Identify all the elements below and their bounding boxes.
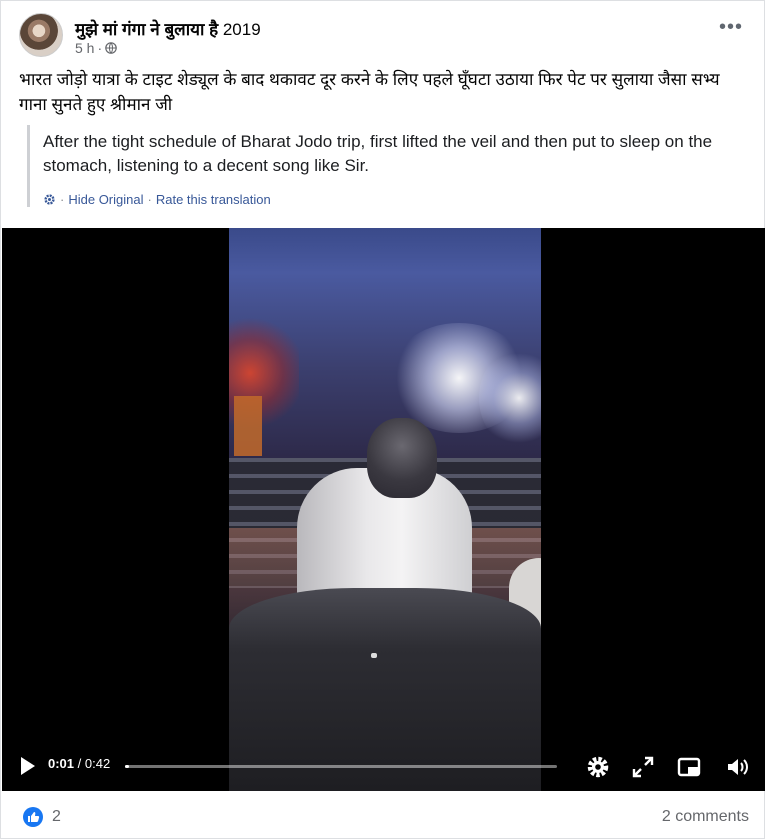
comments-count-link[interactable]: 2 comments <box>662 808 749 826</box>
expand-icon[interactable] <box>630 754 656 780</box>
stage-prop <box>234 396 262 456</box>
video-frame[interactable] <box>229 228 541 791</box>
video-time: 0:01 / 0:42 <box>48 756 110 771</box>
settings-icon[interactable] <box>585 754 611 780</box>
volume-icon[interactable] <box>724 754 750 780</box>
total-time: / 0:42 <box>77 756 111 771</box>
rate-translation-link[interactable]: Rate this translation <box>156 192 271 207</box>
video-controls: 0:01 / 0:42 <box>2 743 765 791</box>
link-separator: · <box>60 192 65 207</box>
like-icon[interactable] <box>23 807 43 827</box>
avatar[interactable] <box>19 13 63 57</box>
reaction-count[interactable]: 2 <box>52 808 61 826</box>
progress-bar[interactable] <box>125 765 557 768</box>
page-name-year: 2019 <box>222 20 261 39</box>
link-separator: · <box>147 192 152 207</box>
picture-in-picture-icon[interactable] <box>676 754 702 780</box>
page-name-link[interactable]: मुझे मां गंगा ने बुलाया है 2019 <box>75 17 261 40</box>
post-caption: भारत जोड़ो यात्रा के टाइट शेड्यूल के बाद… <box>19 70 720 114</box>
video-player[interactable]: 0:01 / 0:42 <box>2 228 765 791</box>
seated-person-head <box>367 418 437 498</box>
progress-fill <box>125 765 130 768</box>
more-icon: ••• <box>718 16 743 38</box>
seat-light <box>371 653 377 658</box>
translation-text: After the tight schedule of Bharat Jodo … <box>43 132 713 175</box>
translation-links: · Hide Original · Rate this translation <box>43 192 747 207</box>
facebook-post: मुझे मां गंगा ने बुलाया है 2019 5 h · ••… <box>0 0 765 839</box>
more-options-button[interactable]: ••• <box>713 17 749 45</box>
timestamp-link[interactable]: 5 h <box>75 40 94 56</box>
play-icon[interactable] <box>19 755 37 777</box>
current-time: 0:01 <box>48 756 75 771</box>
globe-icon[interactable] <box>105 42 117 54</box>
gear-icon[interactable] <box>43 193 56 206</box>
hide-original-link[interactable]: Hide Original <box>68 192 143 207</box>
post-meta: 5 h · <box>75 40 117 56</box>
post-footer: 2 2 comments <box>1 796 765 840</box>
post-header: मुझे मां गंगा ने बुलाया है 2019 5 h · ••… <box>19 13 749 61</box>
page-name-text: मुझे मां गंगा ने बुलाया है <box>75 20 219 39</box>
meta-separator: · <box>97 40 103 56</box>
translation-block: After the tight schedule of Bharat Jodo … <box>27 125 747 207</box>
